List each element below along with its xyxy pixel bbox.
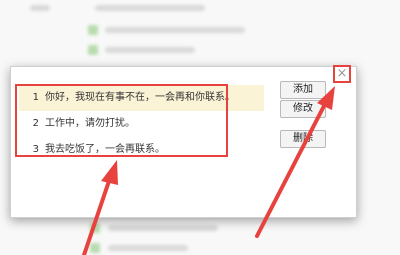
arrow-annotation-icon — [82, 160, 118, 255]
annotation-arrows — [82, 86, 335, 255]
arrow-annotation-icon — [255, 86, 335, 238]
